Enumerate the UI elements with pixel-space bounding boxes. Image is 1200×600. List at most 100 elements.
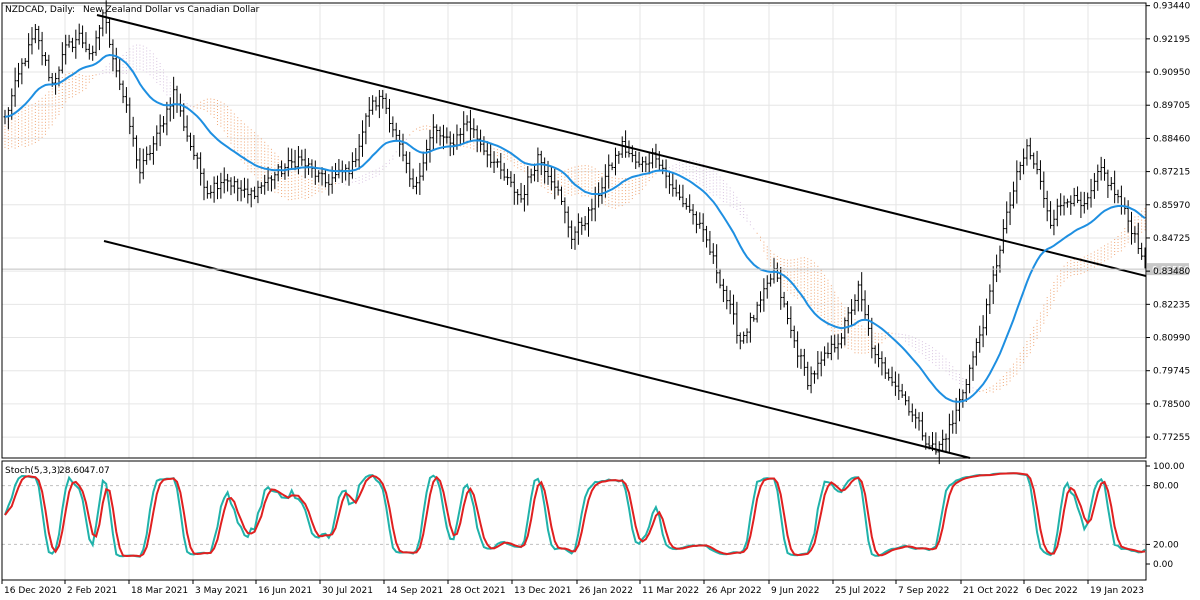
- cloud-dot: [203, 102, 205, 104]
- cloud-dot: [719, 197, 721, 199]
- cloud-dot: [611, 198, 613, 200]
- cloud-dot: [1012, 372, 1014, 374]
- cloud-dot: [706, 180, 708, 182]
- cloud-dot: [716, 179, 718, 181]
- cloud-dot: [813, 298, 815, 300]
- cloud-dot: [793, 271, 795, 273]
- cloud-dot: [820, 290, 822, 292]
- cloud-dot: [1043, 310, 1045, 312]
- cloud-dot: [955, 379, 957, 381]
- cloud-dot: [156, 63, 158, 65]
- cloud-dot: [921, 353, 923, 355]
- cloud-dot: [874, 341, 876, 343]
- cloud-dot: [237, 135, 239, 137]
- cloud-dot: [17, 115, 19, 117]
- cloud-dot: [702, 166, 704, 168]
- cloud-dot: [41, 136, 43, 138]
- cloud-dot: [628, 186, 630, 188]
- cloud-dot: [834, 327, 836, 329]
- cloud-dot: [1120, 244, 1122, 246]
- cloud-dot: [1124, 246, 1126, 248]
- cloud-dot: [679, 162, 681, 164]
- cloud-dot: [132, 54, 134, 56]
- cloud-dot: [1097, 261, 1099, 263]
- cloud-dot: [712, 170, 714, 172]
- cloud-dot: [709, 186, 711, 188]
- cloud-dot: [1039, 312, 1041, 314]
- cloud-dot: [65, 95, 67, 97]
- cloud-dot: [206, 98, 208, 100]
- cloud-dot: [645, 175, 647, 177]
- price-axis-label: 0.80990: [1153, 334, 1190, 344]
- cloud-dot: [254, 153, 256, 155]
- cloud-dot: [1056, 284, 1058, 286]
- cloud-dot: [237, 120, 239, 122]
- cloud-dot: [247, 138, 249, 140]
- cloud-dot: [301, 178, 303, 180]
- cloud-dot: [382, 168, 384, 170]
- cloud-dot: [193, 106, 195, 108]
- cloud-dot: [1036, 334, 1038, 336]
- price-chart[interactable]: 0.83556 0.934400.921950.909500.897050.88…: [0, 0, 1200, 600]
- cloud-dot: [1012, 375, 1014, 377]
- cloud-dot: [594, 180, 596, 182]
- cloud-dot: [1144, 223, 1146, 225]
- cloud-dot: [810, 259, 812, 261]
- cloud-dot: [786, 286, 788, 288]
- cloud-dot: [156, 69, 158, 71]
- cloud-dot: [149, 71, 151, 73]
- cloud-dot: [152, 62, 154, 64]
- cloud-dot: [608, 193, 610, 195]
- cloud-dot: [260, 153, 262, 155]
- cloud-dot: [28, 108, 30, 110]
- cloud-dot: [925, 355, 927, 357]
- cloud-dot: [21, 132, 23, 134]
- cloud-dot: [837, 303, 839, 305]
- cloud-dot: [625, 190, 627, 192]
- cloud-dot: [709, 192, 711, 194]
- cloud-dot: [733, 191, 735, 193]
- cloud-dot: [1144, 220, 1146, 222]
- cloud-dot: [800, 284, 802, 286]
- cloud-dot: [719, 194, 721, 196]
- cloud-dot: [1110, 256, 1112, 258]
- cloud-dot: [267, 157, 269, 159]
- cloud-dot: [571, 188, 573, 190]
- cloud-dot: [146, 62, 148, 64]
- cloud-dot: [699, 168, 701, 170]
- cloud-dot: [426, 128, 428, 130]
- cloud-dot: [85, 78, 87, 80]
- cloud-dot: [861, 352, 863, 354]
- cloud-dot: [948, 365, 950, 367]
- cloud-dot: [227, 133, 229, 135]
- cloud-dot: [1016, 361, 1018, 363]
- cloud-dot: [112, 73, 114, 75]
- cloud-dot: [628, 180, 630, 182]
- cloud-dot: [510, 157, 512, 159]
- cloud-dot: [1036, 328, 1038, 330]
- cloud-dot: [827, 309, 829, 311]
- cloud-dot: [223, 112, 225, 114]
- cloud-dot: [935, 355, 937, 357]
- cloud-dot: [41, 130, 43, 132]
- time-axis-label: 16 Dec 2020: [4, 586, 62, 596]
- cloud-dot: [85, 84, 87, 86]
- time-axis-label: 7 Sep 2022: [898, 586, 949, 596]
- cloud-dot: [61, 92, 63, 94]
- cloud-dot: [1087, 267, 1089, 269]
- cloud-dot: [581, 195, 583, 197]
- cloud-dot: [786, 262, 788, 264]
- cloud-dot: [773, 256, 775, 258]
- cloud-dot: [1120, 247, 1122, 249]
- cloud-dot: [830, 300, 832, 302]
- cloud-dot: [786, 289, 788, 291]
- cloud-dot: [820, 287, 822, 289]
- cloud-dot: [102, 70, 104, 72]
- cloud-dot: [881, 333, 883, 335]
- cloud-dot: [233, 125, 235, 127]
- cloud-dot: [571, 185, 573, 187]
- cloud-dot: [24, 109, 26, 111]
- cloud-dot: [38, 115, 40, 117]
- cloud-dot: [1080, 261, 1082, 263]
- cloud-dot: [925, 343, 927, 345]
